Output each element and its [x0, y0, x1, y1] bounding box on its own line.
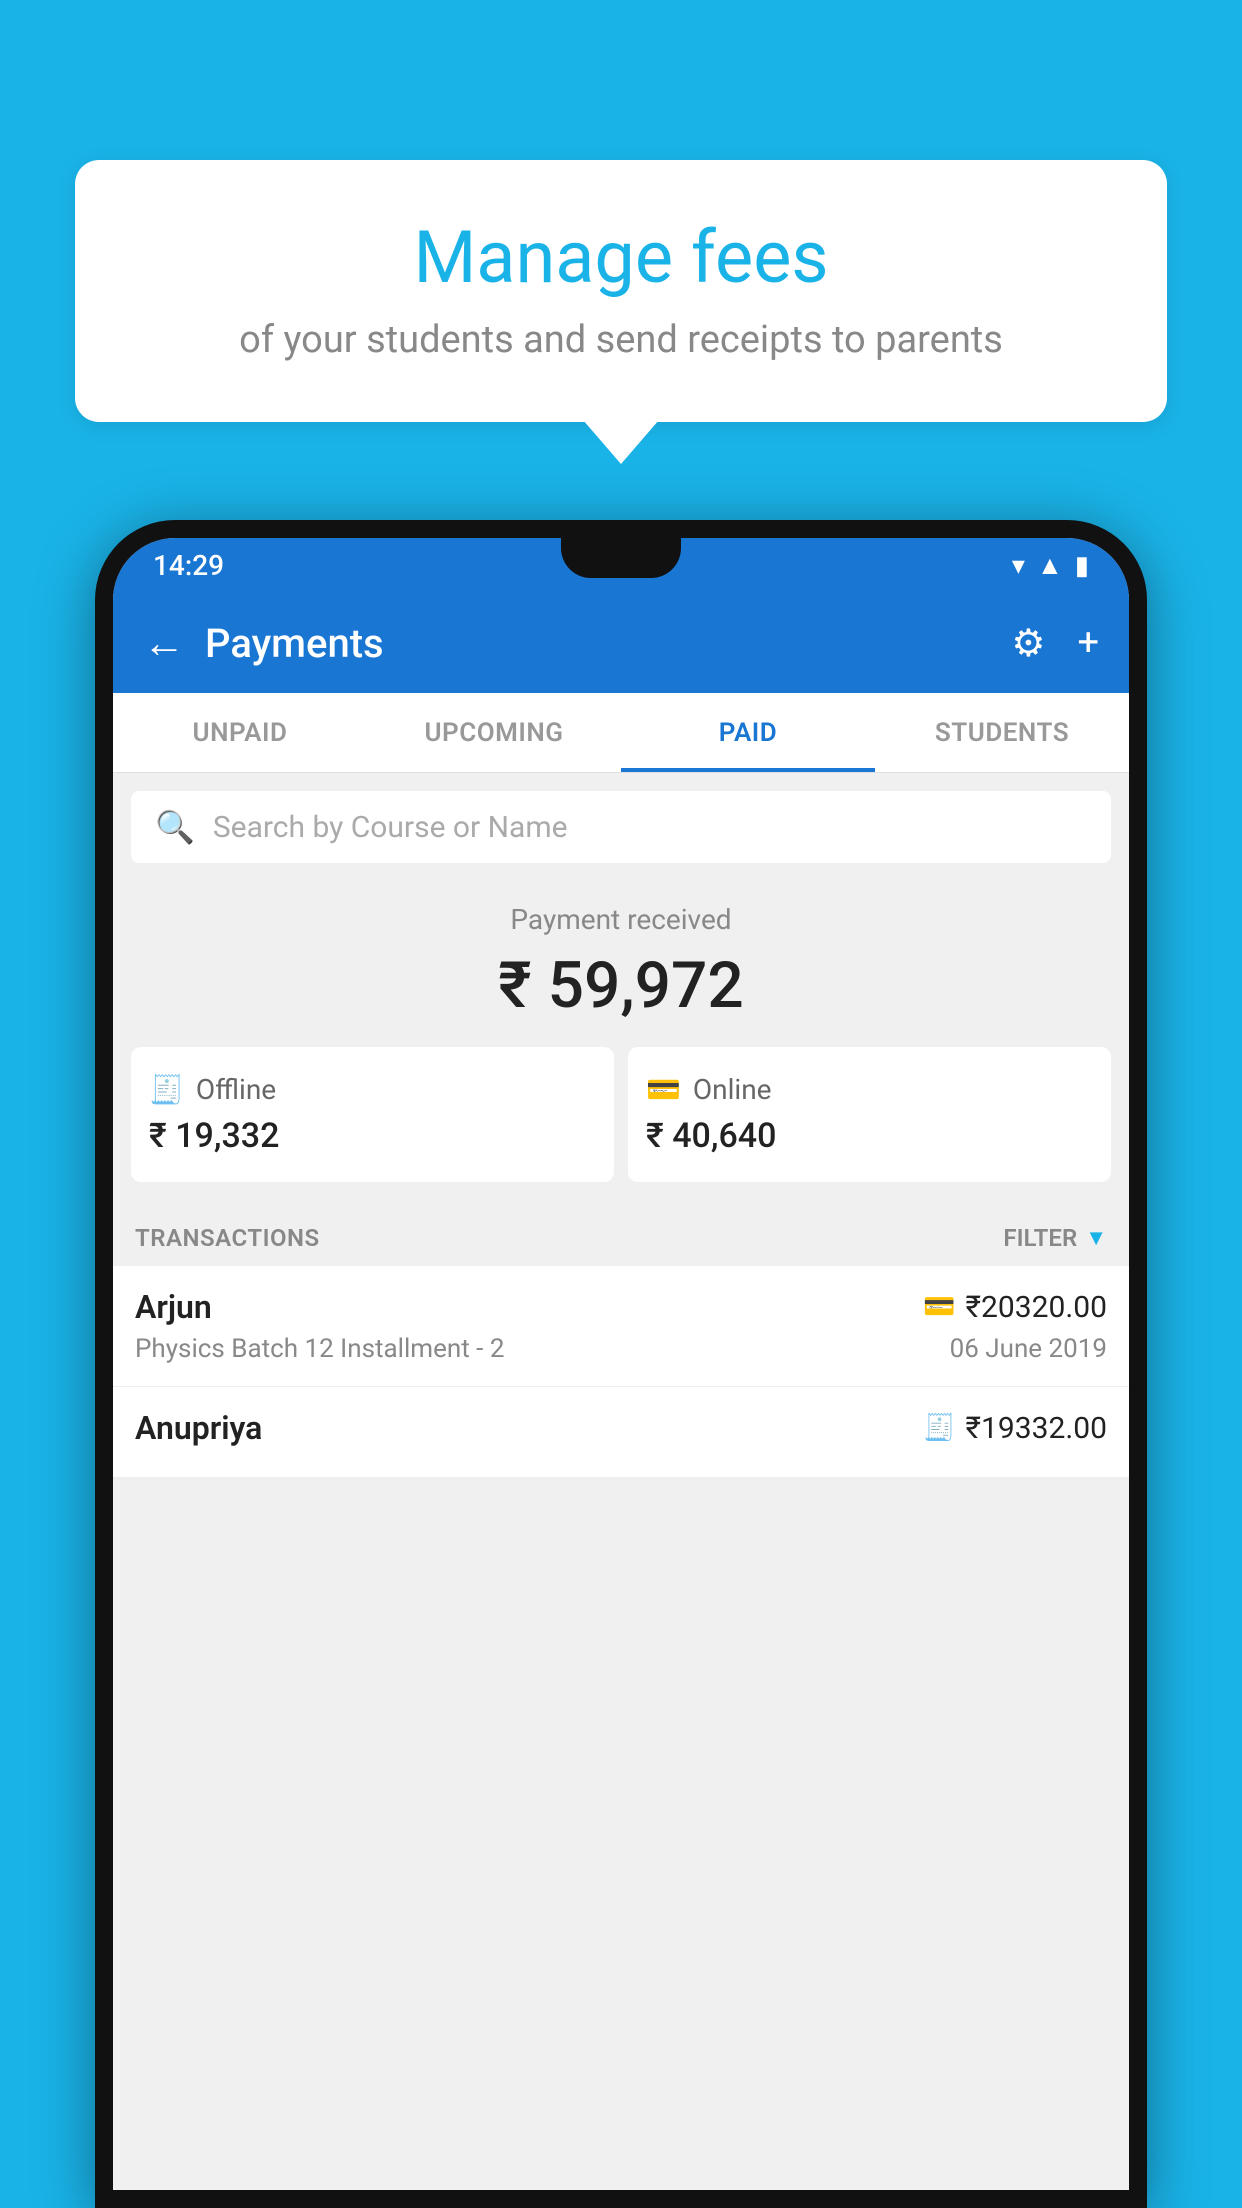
signal-icon: ▲ — [1037, 550, 1063, 581]
payment-type-icon-2: 🧾 — [923, 1413, 955, 1443]
transaction-amount-2: 🧾 ₹19332.00 — [923, 1411, 1107, 1446]
payment-received-label: Payment received — [131, 903, 1111, 936]
settings-icon[interactable]: ⚙ — [1011, 621, 1045, 666]
transaction-name-1: Arjun — [135, 1288, 212, 1326]
offline-label: Offline — [196, 1073, 276, 1106]
wifi-icon: ▾ — [1012, 551, 1025, 581]
offline-amount: ₹ 19,332 — [149, 1116, 279, 1156]
tab-students[interactable]: STUDENTS — [875, 693, 1129, 772]
payment-type-icon-1: 💳 — [923, 1292, 955, 1322]
transaction-top-2: Anupriya 🧾 ₹19332.00 — [135, 1409, 1107, 1447]
online-payment-card: 💳 Online ₹ 40,640 — [628, 1047, 1111, 1182]
online-label: Online — [693, 1073, 772, 1106]
transaction-top-1: Arjun 💳 ₹20320.00 — [135, 1288, 1107, 1326]
battery-icon: ▮ — [1075, 551, 1089, 581]
tabs: UNPAID UPCOMING PAID STUDENTS — [113, 693, 1129, 773]
phone-notch — [561, 538, 681, 578]
bubble-title: Manage fees — [135, 215, 1107, 300]
online-amount: ₹ 40,640 — [646, 1116, 776, 1156]
payment-cards: 🧾 Offline ₹ 19,332 💳 Online ₹ 40,640 — [131, 1047, 1111, 1182]
payment-total-amount: ₹ 59,972 — [131, 948, 1111, 1023]
status-time: 14:29 — [153, 549, 224, 582]
offline-icon: 🧾 — [149, 1073, 184, 1106]
transactions-label: TRANSACTIONS — [135, 1224, 320, 1252]
transaction-amount-1: 💳 ₹20320.00 — [923, 1290, 1107, 1325]
bubble-subtitle: of your students and send receipts to pa… — [135, 318, 1107, 362]
phone-screen: 14:29 ▾ ▲ ▮ ← Payments ⚙ + UNPAID UPCOMI… — [113, 538, 1129, 2190]
filter-icon: ▼ — [1085, 1225, 1107, 1251]
tab-paid[interactable]: PAID — [621, 693, 875, 772]
app-bar-title: Payments — [205, 620, 1011, 667]
back-button[interactable]: ← — [143, 619, 185, 668]
app-bar-actions: ⚙ + — [1011, 621, 1099, 666]
phone-frame: 14:29 ▾ ▲ ▮ ← Payments ⚙ + UNPAID UPCOMI… — [95, 520, 1147, 2208]
offline-payment-card: 🧾 Offline ₹ 19,332 — [131, 1047, 614, 1182]
tab-unpaid[interactable]: UNPAID — [113, 693, 367, 772]
speech-bubble: Manage fees of your students and send re… — [75, 160, 1167, 422]
transaction-name-2: Anupriya — [135, 1409, 262, 1447]
filter-button[interactable]: FILTER ▼ — [1003, 1224, 1107, 1252]
payment-summary: Payment received ₹ 59,972 🧾 Offline ₹ 19… — [113, 863, 1129, 1200]
search-icon: 🔍 — [155, 808, 195, 846]
filter-label-text: FILTER — [1003, 1224, 1077, 1252]
table-row[interactable]: Anupriya 🧾 ₹19332.00 — [113, 1387, 1129, 1478]
app-bar: ← Payments ⚙ + — [113, 593, 1129, 693]
search-bar[interactable]: 🔍 Search by Course or Name — [131, 791, 1111, 863]
content-area: 🔍 Search by Course or Name Payment recei… — [113, 773, 1129, 2190]
search-placeholder: Search by Course or Name — [213, 810, 568, 845]
transaction-course-1: Physics Batch 12 Installment - 2 — [135, 1334, 504, 1364]
add-icon[interactable]: + — [1077, 621, 1099, 665]
offline-card-header: 🧾 Offline — [149, 1073, 276, 1106]
transactions-header: TRANSACTIONS FILTER ▼ — [113, 1200, 1129, 1266]
online-icon: 💳 — [646, 1073, 681, 1106]
status-icons: ▾ ▲ ▮ — [1012, 550, 1089, 581]
online-card-header: 💳 Online — [646, 1073, 772, 1106]
tab-upcoming[interactable]: UPCOMING — [367, 693, 621, 772]
table-row[interactable]: Arjun 💳 ₹20320.00 Physics Batch 12 Insta… — [113, 1266, 1129, 1387]
transaction-bottom-1: Physics Batch 12 Installment - 2 06 June… — [135, 1334, 1107, 1364]
transaction-date-1: 06 June 2019 — [950, 1334, 1107, 1364]
